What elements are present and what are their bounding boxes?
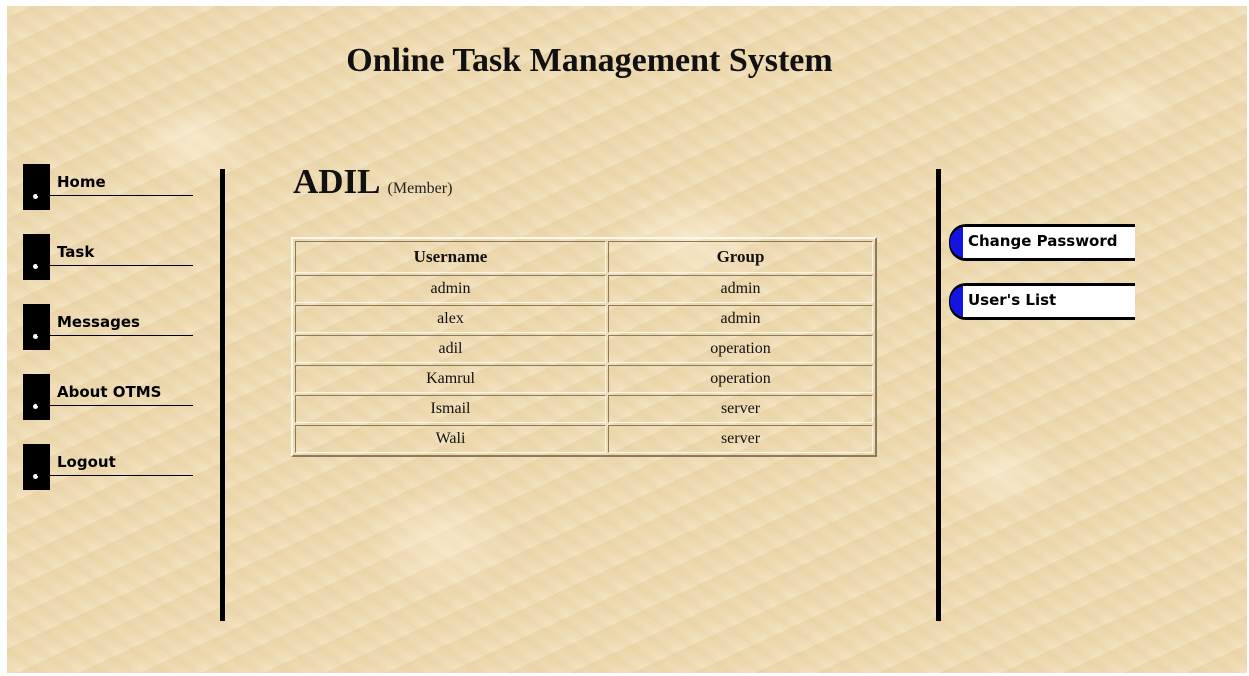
nav-item-logout[interactable]: Logout [23,444,195,490]
cell-username: alex [295,305,606,333]
nav-item-task[interactable]: Task [23,234,195,280]
nav-underline [37,475,193,476]
nav-underline [37,335,193,336]
table-row: adil operation [295,335,873,363]
change-password-label[interactable]: Change Password [968,232,1118,250]
column-header-username: Username [295,241,606,273]
cell-username: admin [295,275,606,303]
cell-username: adil [295,335,606,363]
nav-underline [37,405,193,406]
user-role: (Member) [387,180,453,197]
left-nav: Home Task Messages About OTMS Logout [23,164,195,514]
cell-group: server [608,425,873,453]
nav-label-home[interactable]: Home [57,173,106,191]
site-title: Online Task Management System [346,42,833,79]
nav-item-messages[interactable]: Messages [23,304,195,350]
table-row: Wali server [295,425,873,453]
change-password-button[interactable]: Change Password [949,224,1135,261]
table-row: alex admin [295,305,873,333]
cell-group: admin [608,275,873,303]
cell-username: Ismail [295,395,606,423]
nav-bullet-icon [23,304,50,350]
column-header-group: Group [608,241,873,273]
cell-group: admin [608,305,873,333]
users-list-button[interactable]: User's List [949,283,1135,320]
nav-bullet-icon [23,444,50,490]
nav-label-logout[interactable]: Logout [57,453,116,471]
cell-group: operation [608,335,873,363]
nav-bullet-icon [23,374,50,420]
right-divider [936,169,941,621]
nav-label-messages[interactable]: Messages [57,313,140,331]
nav-label-task[interactable]: Task [57,243,94,261]
cell-group: operation [608,365,873,393]
nav-underline [37,265,193,266]
nav-bullet-icon [23,164,50,210]
users-table: Username Group admin admin alex admin ad… [291,237,877,457]
table-header-row: Username Group [295,241,873,273]
user-name: ADIL [293,162,381,201]
table-row: admin admin [295,275,873,303]
cell-group: server [608,395,873,423]
table-row: Kamrul operation [295,365,873,393]
nav-item-home[interactable]: Home [23,164,195,210]
cell-username: Kamrul [295,365,606,393]
left-divider [220,169,225,621]
nav-underline [37,195,193,196]
nav-item-about[interactable]: About OTMS [23,374,195,420]
user-heading: ADIL (Member) [293,162,452,202]
nav-label-about[interactable]: About OTMS [57,383,161,401]
page-background: Online Task Management System Home Task … [7,6,1247,673]
users-list-label[interactable]: User's List [968,291,1056,309]
nav-bullet-icon [23,234,50,280]
cell-username: Wali [295,425,606,453]
table-row: Ismail server [295,395,873,423]
